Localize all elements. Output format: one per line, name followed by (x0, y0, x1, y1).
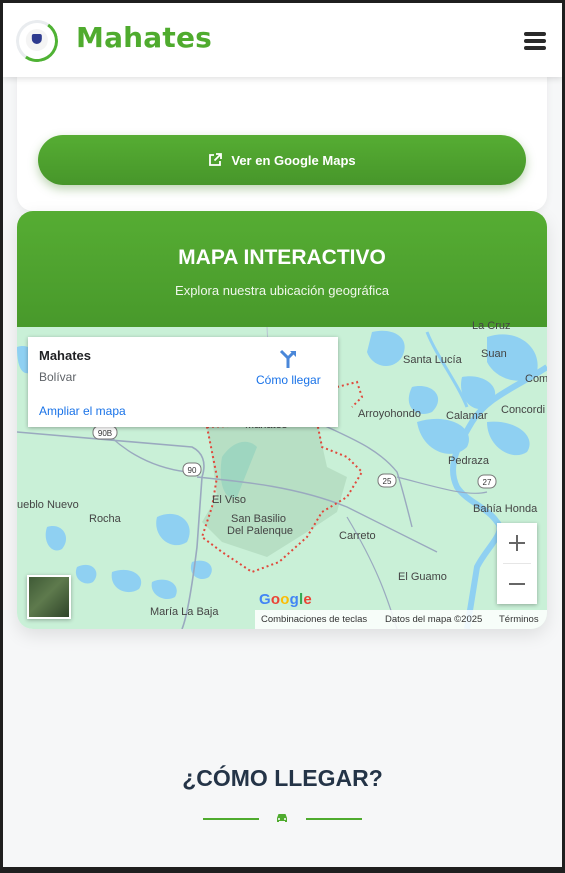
plus-icon (509, 535, 525, 551)
place-label: Bahía Honda (473, 503, 538, 515)
site-header: Mahates (3, 3, 562, 77)
map-section-title: MAPA INTERACTIVO (178, 246, 386, 269)
embedded-map[interactable]: 90B 90 25 27 La Cruz Santa Lucía Suan Co… (17, 320, 547, 629)
road-shield-90b: 90B (92, 425, 118, 440)
enlarge-map-link[interactable]: Ampliar el mapa (39, 404, 126, 418)
road-shield-27: 27 (477, 474, 497, 489)
info-place-name: Mahates (39, 348, 92, 363)
place-label: Como (525, 373, 547, 385)
place-label: El Guamo (398, 571, 447, 583)
satellite-toggle-thumbnail[interactable] (27, 575, 71, 619)
place-label: Suan (481, 348, 507, 360)
road-shield-90: 90 (182, 462, 202, 477)
hamburger-menu-icon[interactable] (524, 32, 546, 50)
place-label: Calamar (446, 410, 488, 422)
directions-link[interactable]: Cómo llegar (256, 373, 321, 387)
place-label: ueblo Nuevo (17, 499, 79, 511)
keyboard-shortcuts-link[interactable]: Combinaciones de teclas (261, 614, 367, 625)
info-place-region: Bolívar (39, 370, 77, 384)
road-shield-25: 25 (377, 473, 397, 488)
car-icon (277, 814, 287, 822)
brand-title[interactable]: Mahates (76, 21, 212, 54)
place-label: San Basilio (231, 513, 287, 525)
map-attribution-bar: Combinaciones de teclas Datos del mapa ©… (255, 610, 547, 629)
minus-icon (509, 583, 525, 585)
place-label: Del Palenque (227, 525, 294, 537)
municipal-seal-logo[interactable] (12, 16, 62, 66)
place-label: Rocha (89, 513, 121, 525)
svg-text:25: 25 (383, 477, 392, 486)
view-google-maps-label: Ver en Google Maps (231, 152, 356, 168)
place-label: Pedraza (448, 455, 489, 467)
how-to-arrive-title: ¿CÓMO LLEGAR? (182, 765, 383, 791)
place-label: La Cruz (472, 320, 511, 332)
place-label: El Viso (212, 494, 247, 506)
svg-text:90B: 90B (98, 429, 112, 438)
svg-text:27: 27 (483, 478, 492, 487)
map-section-header: MAPA INTERACTIVO Explora nuestra ubicaci… (17, 211, 547, 327)
title-divider-right (306, 818, 362, 820)
title-divider-left (203, 818, 259, 820)
view-google-maps-button[interactable]: Ver en Google Maps (38, 135, 526, 185)
place-label: Arroyohondo (358, 408, 421, 420)
place-label: Concordi (501, 404, 546, 416)
zoom-in-button[interactable] (497, 523, 537, 563)
place-label: Carreto (339, 530, 376, 542)
place-label: María La Baja (150, 606, 219, 618)
page-viewport: Ver en Google Maps Mahates MAPA INTERACT… (3, 3, 562, 867)
interactive-map-section: MAPA INTERACTIVO Explora nuestra ubicaci… (17, 211, 547, 629)
external-link-icon (209, 153, 223, 166)
map-section-subtitle: Explora nuestra ubicación geográfica (175, 283, 389, 298)
directions-icon[interactable] (278, 349, 298, 369)
zoom-out-button[interactable] (497, 564, 537, 604)
zoom-controls (497, 523, 537, 604)
map-info-card: Mahates Bolívar Ampliar el mapa Cómo lle… (28, 337, 338, 427)
svg-text:90: 90 (188, 466, 197, 475)
google-logo: Google (259, 591, 312, 608)
map-data-credit: Datos del mapa ©2025 (385, 614, 483, 625)
place-label: Santa Lucía (403, 354, 462, 366)
terms-link[interactable]: Términos (499, 614, 539, 625)
